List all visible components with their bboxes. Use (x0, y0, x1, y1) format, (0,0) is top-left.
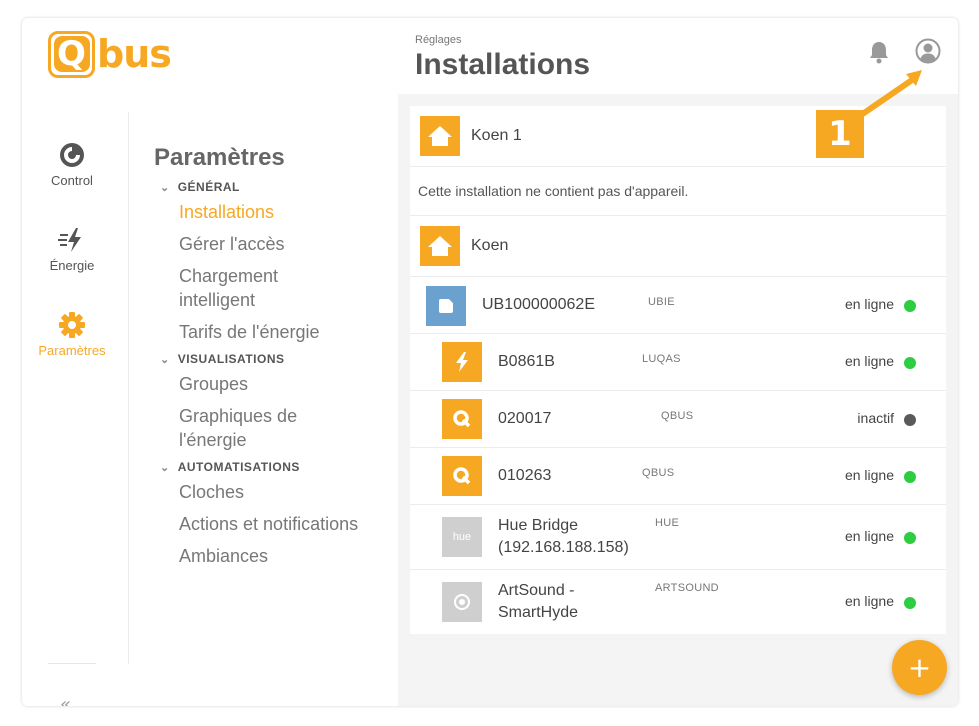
house-icon (420, 226, 460, 266)
speaker-icon (442, 582, 482, 622)
house-icon (420, 116, 460, 156)
logo-mark: Q (48, 30, 95, 78)
rail-divider (48, 663, 96, 664)
device-row[interactable]: hue Hue Bridge (192.168.188.158) HUE en … (410, 505, 946, 570)
menu-item-smart-charging[interactable]: Chargement intelligent (179, 264, 359, 312)
control-icon (57, 140, 87, 170)
rail-label-control: Control (51, 173, 93, 188)
page-header: Réglages Installations (398, 18, 958, 94)
breadcrumb[interactable]: Réglages (415, 34, 461, 46)
installation-row[interactable]: Koen (410, 216, 946, 277)
menu-divider (128, 112, 129, 664)
menu-title: Paramètres (154, 144, 285, 171)
user-account-icon[interactable] (915, 38, 941, 64)
device-status: en ligne (844, 296, 894, 312)
device-status: en ligne (844, 593, 894, 609)
menu-item-bells[interactable]: Cloches (179, 480, 359, 504)
installation-name: Koen 1 (471, 127, 522, 144)
status-dot-online (904, 532, 916, 544)
menu-section-general[interactable]: ⌄ GÉNÉRAL (160, 180, 394, 194)
device-name: 020017 (498, 410, 552, 427)
menu-section-label: VISUALISATIONS (177, 352, 285, 366)
device-type: QBUS (642, 467, 675, 479)
rail-label-energy: Énergie (49, 258, 95, 273)
chevron-down-icon: ⌄ (160, 353, 170, 366)
rail-label-settings: Paramètres (38, 343, 106, 358)
device-status: en ligne (844, 353, 894, 369)
device-status: en ligne (844, 467, 894, 483)
status-dot-online (904, 300, 916, 312)
menu-section-label: GÉNÉRAL (177, 180, 240, 194)
installations-list: Koen 1 Cette installation ne contient pa… (410, 106, 946, 634)
chevron-down-icon: ⌄ (160, 461, 170, 474)
status-dot-online (904, 597, 916, 609)
device-type: LUQAS (642, 353, 681, 365)
page-title: Installations (415, 48, 591, 81)
icon-rail: Control Énergie Paramètres (22, 130, 122, 385)
device-row[interactable]: 010263 QBUS en ligne (410, 448, 946, 505)
menu-section-automations[interactable]: ⌄ AUTOMATISATIONS (160, 460, 394, 474)
qbus-logo[interactable]: Q bus (48, 30, 172, 78)
device-status: inactif (857, 410, 894, 426)
hue-icon-label: hue (452, 531, 472, 543)
rail-item-control[interactable]: Control (22, 130, 122, 215)
collapse-chevron-icon[interactable]: « (60, 694, 71, 706)
device-name-line1: Hue Bridge (498, 517, 579, 534)
rail-item-settings[interactable]: Paramètres (22, 300, 122, 385)
empty-installation-message: Cette installation ne contient pas d'app… (410, 167, 946, 216)
menu-item-installations[interactable]: Installations (179, 200, 359, 224)
device-name-line2: SmartHyde (498, 604, 579, 621)
settings-menu: Paramètres ⌄ GÉNÉRAL Installations Gérer… (154, 144, 394, 576)
device-name: UB100000062E (482, 296, 595, 313)
status-dot-inactive (904, 414, 916, 426)
menu-item-energy-tariffs[interactable]: Tarifs de l'énergie (179, 320, 359, 344)
menu-item-groups[interactable]: Groupes (179, 372, 359, 396)
status-dot-online (904, 357, 916, 369)
hue-icon: hue (442, 517, 482, 557)
device-row[interactable]: UB100000062E UBIE en ligne (410, 277, 946, 334)
menu-item-ambiances[interactable]: Ambiances (179, 544, 359, 568)
callout-number: 1 (816, 110, 864, 158)
gear-icon (57, 310, 87, 340)
qbus-icon (442, 456, 482, 496)
device-status: en ligne (844, 528, 894, 544)
main-panel: Réglages Installations Koen 1 Cette inst… (398, 18, 958, 706)
device-type: UBIE (648, 296, 675, 308)
device-row[interactable]: ArtSound - SmartHyde ARTSOUND en ligne (410, 570, 946, 634)
device-type: ARTSOUND (655, 582, 719, 594)
device-type: HUE (655, 517, 680, 529)
device-name-line1: ArtSound - (498, 582, 575, 599)
logo-letter: Q (53, 36, 90, 72)
menu-item-energy-graphs[interactable]: Graphiques de l'énergie (179, 404, 359, 452)
installation-name: Koen (471, 237, 509, 254)
menu-item-manage-access[interactable]: Gérer l'accès (179, 232, 359, 256)
menu-section-visualisations[interactable]: ⌄ VISUALISATIONS (160, 352, 394, 366)
device-name: B0861B (498, 353, 555, 370)
add-installation-button[interactable]: + (892, 640, 947, 695)
device-type: QBUS (661, 410, 694, 422)
menu-section-label: AUTOMATISATIONS (177, 460, 300, 474)
energy-bolt-icon (57, 225, 87, 255)
device-name-line2: (192.168.188.158) (498, 539, 629, 556)
installation-row[interactable]: Koen 1 (410, 106, 946, 167)
status-dot-online (904, 471, 916, 483)
logo-text: bus (97, 32, 172, 76)
device-row[interactable]: 020017 QBUS inactif (410, 391, 946, 448)
device-name: 010263 (498, 467, 552, 484)
ubie-icon (426, 286, 466, 326)
bolt-icon (442, 342, 482, 382)
chevron-down-icon: ⌄ (160, 181, 170, 194)
menu-item-actions-notifications[interactable]: Actions et notifications (179, 512, 359, 536)
device-row[interactable]: B0861B LUQAS en ligne (410, 334, 946, 391)
bell-icon[interactable] (868, 40, 890, 64)
rail-item-energy[interactable]: Énergie (22, 215, 122, 300)
qbus-icon (442, 399, 482, 439)
